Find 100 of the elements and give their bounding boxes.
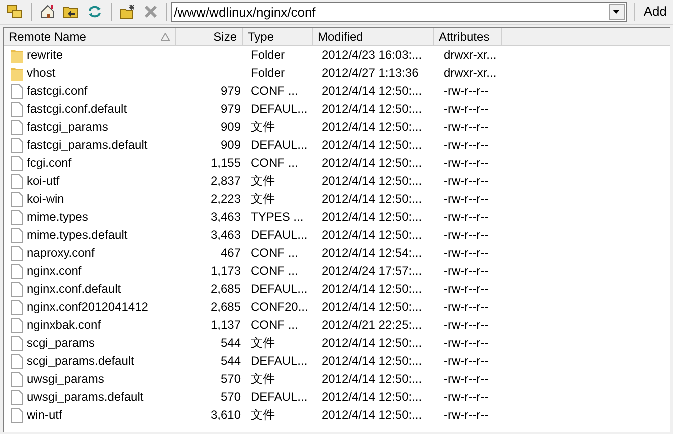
file-name[interactable]: rewrite (27, 46, 64, 64)
table-cell-text: CONF ... (251, 317, 298, 334)
table-cell-text: Folder (251, 65, 286, 82)
table-cell-text: 3,463 (210, 209, 241, 226)
refresh-icon (86, 4, 103, 20)
file-name[interactable]: nginx.conf2012041412 (27, 298, 148, 316)
new-folder-icon (120, 4, 136, 20)
file-name[interactable]: vhost (27, 64, 56, 82)
file-icon (11, 372, 23, 386)
table-cell-text: 文件 (251, 335, 275, 352)
table-cell-text: 2,685 (210, 299, 241, 316)
table-cell-text: 2012/4/14 12:50:... (322, 191, 422, 208)
table-cell-text: -rw-r--r-- (444, 83, 489, 100)
table-cell-text: 544 (220, 353, 241, 370)
file-name[interactable]: mime.types.default (27, 226, 128, 244)
add-button[interactable]: Add (642, 2, 669, 22)
table-cell-text: 2012/4/14 12:50:... (322, 407, 422, 424)
table-cell-text: 909 (220, 137, 241, 154)
table-cell-text: -rw-r--r-- (444, 263, 489, 280)
file-icon (11, 102, 23, 116)
file-name[interactable]: nginx.conf (27, 262, 82, 280)
file-icon (11, 138, 23, 152)
table-cell-text: 文件 (251, 371, 275, 388)
table-cell-text: -rw-r--r-- (444, 335, 489, 352)
column-header[interactable]: Type (243, 28, 313, 45)
table-cell-text: 2012/4/14 12:50:... (322, 353, 422, 370)
file-name[interactable]: win-utf (27, 406, 62, 424)
table-cell-text: 2012/4/14 12:50:... (322, 101, 422, 118)
table-cell-text: 2,685 (210, 281, 241, 298)
folder-icon (11, 48, 23, 62)
table-cell-text: CONF20... (251, 299, 308, 316)
table-cell-text: -rw-r--r-- (444, 137, 489, 154)
table-cell-text: 570 (220, 389, 241, 406)
file-icon (11, 354, 23, 368)
table-cell-text: 2012/4/14 12:50:... (322, 119, 422, 136)
file-name[interactable]: fastcgi_params.default (27, 136, 148, 154)
table-cell-text: Folder (251, 47, 286, 64)
file-name[interactable]: fastcgi.conf.default (27, 100, 128, 118)
file-name[interactable]: fastcgi_params (27, 118, 108, 136)
file-name[interactable]: fcgi.conf (27, 154, 72, 172)
file-name[interactable]: mime.types (27, 208, 88, 226)
table-cell-text: -rw-r--r-- (444, 227, 489, 244)
file-name[interactable]: nginx.conf.default (27, 280, 122, 298)
column-label: Size (214, 28, 237, 46)
table-cell-text: -rw-r--r-- (444, 281, 489, 298)
table-cell-text: 2012/4/14 12:50:... (322, 155, 422, 172)
file-icon (11, 210, 23, 224)
file-name[interactable]: naproxy.conf (27, 244, 95, 262)
table-cell-text: 2012/4/14 12:50:... (322, 83, 422, 100)
table-cell-text: CONF ... (251, 263, 298, 280)
file-icon (11, 192, 23, 206)
file-icon (11, 156, 23, 170)
table-cell-text: 文件 (251, 173, 275, 190)
table-cell-text: 2012/4/24 17:57:... (322, 263, 422, 280)
column-header[interactable]: Size (176, 28, 243, 45)
file-name[interactable]: scgi_params.default (27, 352, 134, 370)
file-icon (11, 246, 23, 260)
table-cell-text: 文件 (251, 191, 275, 208)
file-icon (11, 336, 23, 350)
table-cell-text: 2012/4/23 16:03:... (322, 47, 422, 64)
column-header[interactable]: Modified (313, 28, 434, 45)
file-icon (11, 318, 23, 332)
file-icon (11, 264, 23, 278)
table-cell-text: 544 (220, 335, 241, 352)
table-cell-text: 2012/4/14 12:50:... (322, 299, 422, 316)
file-name[interactable]: scgi_params (27, 334, 96, 352)
home-icon (40, 4, 56, 20)
table-cell-text: -rw-r--r-- (444, 317, 489, 334)
file-name[interactable]: uwsgi_params.default (27, 388, 144, 406)
file-name[interactable]: koi-win (27, 190, 64, 208)
table-cell-text: 2012/4/14 12:54:... (322, 245, 422, 262)
table-cell-text: 979 (220, 101, 241, 118)
file-icon (11, 300, 23, 314)
file-name[interactable]: fastcgi.conf (27, 82, 88, 100)
table-cell-text: -rw-r--r-- (444, 371, 489, 388)
table-cell-text: -rw-r--r-- (444, 173, 489, 190)
file-name[interactable]: nginxbak.conf (27, 316, 102, 334)
table-cell-text: TYPES ... (251, 209, 304, 226)
table-cell-text: drwxr-xr... (444, 65, 497, 82)
table-cell-text: 1,137 (210, 317, 241, 334)
table-cell-text: -rw-r--r-- (444, 353, 489, 370)
folders-icon (6, 4, 23, 20)
table-cell-text: DEFAUL... (251, 101, 308, 118)
file-name[interactable]: koi-utf (27, 172, 60, 190)
file-icon (11, 174, 23, 188)
table-cell-text: DEFAUL... (251, 227, 308, 244)
table-cell-text: 2012/4/14 12:50:... (322, 209, 422, 226)
table-cell-text: 570 (220, 371, 241, 388)
table-cell-text: DEFAUL... (251, 353, 308, 370)
folder-icon (11, 66, 23, 80)
table-cell-text: -rw-r--r-- (444, 209, 489, 226)
table-cell-text: 1,173 (210, 263, 241, 280)
table-cell-text: -rw-r--r-- (444, 191, 489, 208)
file-name[interactable]: uwsgi_params (27, 370, 104, 388)
file-icon (11, 84, 23, 98)
table-cell-text: 2012/4/14 12:50:... (322, 173, 422, 190)
column-header[interactable]: Remote Name (4, 28, 176, 45)
table-cell-text: -rw-r--r-- (444, 155, 489, 172)
table-cell-text: drwxr-xr... (444, 47, 497, 64)
column-header[interactable]: Attributes (434, 28, 502, 45)
